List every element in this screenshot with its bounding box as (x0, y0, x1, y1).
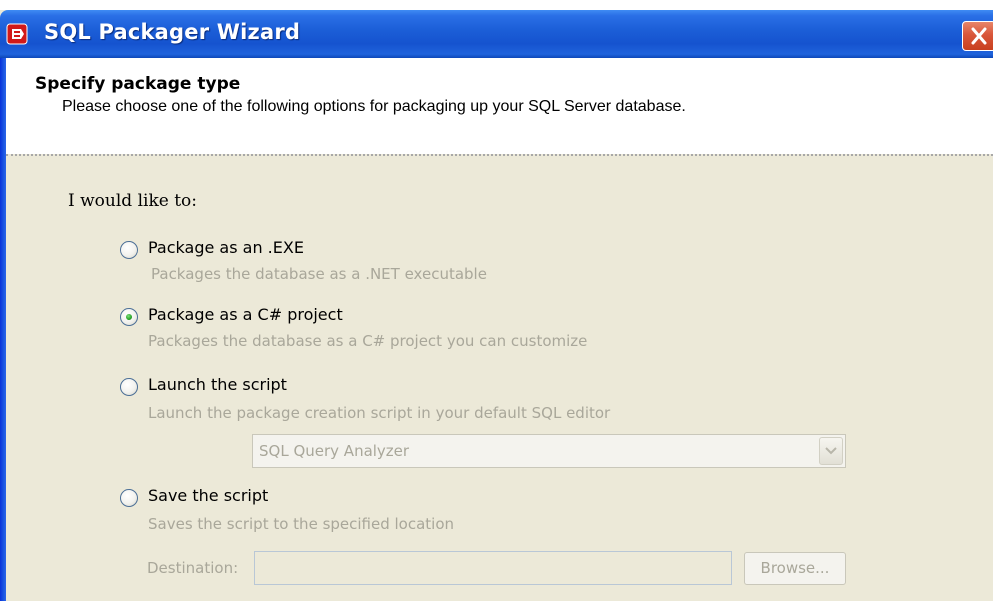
option-exe[interactable]: Package as an .EXE Packages the database… (120, 235, 540, 285)
sql-packager-icon (6, 21, 32, 47)
chevron-down-icon (825, 447, 837, 455)
radio-csharp[interactable] (120, 308, 138, 326)
radio-selected-dot (126, 314, 132, 320)
close-button[interactable] (962, 21, 993, 51)
radio-launch-script[interactable] (120, 378, 138, 396)
option-save-script[interactable]: Save the script Saves the script to the … (120, 483, 540, 533)
wizard-header: Specify package type Please choose one o… (6, 58, 993, 154)
option-save-script-description: Saves the script to the specified locati… (148, 515, 455, 533)
browse-button[interactable]: Browse... (744, 552, 846, 585)
editor-select[interactable]: SQL Query Analyzer (252, 434, 846, 468)
destination-field[interactable] (254, 551, 732, 585)
header-divider (6, 154, 993, 156)
destination-label: Destination: (147, 559, 239, 577)
radio-exe[interactable] (120, 241, 138, 259)
option-exe-label[interactable]: Package as an .EXE (148, 238, 304, 257)
option-csharp-description: Packages the database as a C# project yo… (148, 332, 588, 350)
top-strip (0, 0, 993, 10)
wizard-window: SQL Packager Wizard Specify package type… (0, 0, 993, 601)
page-description: Please choose one of the following optio… (62, 98, 686, 115)
intro-label: I would like to: (68, 191, 198, 211)
option-launch-script-description: Launch the package creation script in yo… (148, 404, 611, 422)
editor-select-value: SQL Query Analyzer (259, 442, 410, 460)
option-csharp-label[interactable]: Package as a C# project (148, 305, 343, 324)
option-launch-script[interactable]: Launch the script Launch the package cre… (120, 372, 680, 422)
option-save-script-label[interactable]: Save the script (148, 486, 268, 505)
option-exe-description: Packages the database as a .NET executab… (151, 265, 487, 283)
window-title: SQL Packager Wizard (44, 20, 301, 44)
close-icon (971, 27, 987, 45)
page-title: Specify package type (35, 74, 241, 94)
editor-select-button[interactable] (819, 437, 843, 465)
option-launch-script-label[interactable]: Launch the script (148, 375, 287, 394)
title-bar[interactable]: SQL Packager Wizard (0, 10, 993, 58)
wizard-body: I would like to: Package as an .EXE Pack… (6, 157, 993, 601)
radio-save-script[interactable] (120, 489, 138, 507)
option-csharp[interactable]: Package as a C# project Packages the dat… (120, 302, 640, 352)
